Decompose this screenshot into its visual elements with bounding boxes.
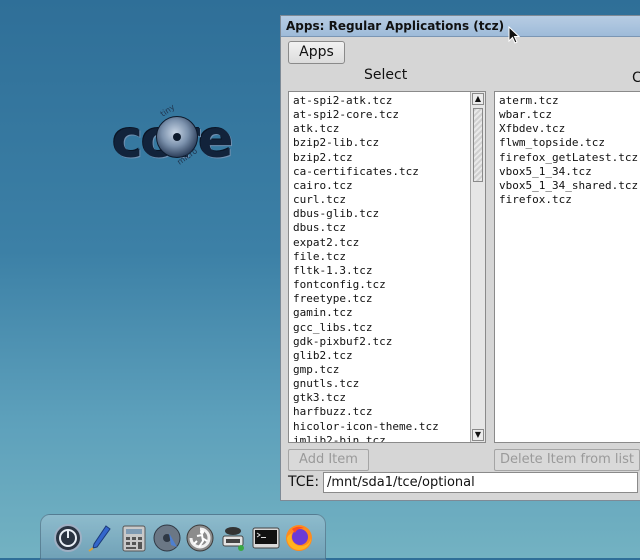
list-item[interactable]: curl.tcz bbox=[293, 193, 467, 207]
mouse-cursor-icon bbox=[508, 26, 520, 44]
list-item[interactable]: fontconfig.tcz bbox=[293, 278, 467, 292]
list-item[interactable]: bzip2-lib.tcz bbox=[293, 136, 467, 150]
add-item-button[interactable]: Add Item bbox=[288, 449, 369, 471]
list-item[interactable]: gcc_libs.tcz bbox=[293, 321, 467, 335]
wbar-dock bbox=[40, 514, 326, 560]
list-item[interactable]: Xfbdev.tcz bbox=[499, 122, 638, 136]
list-item[interactable]: gamin.tcz bbox=[293, 306, 467, 320]
calculator-icon[interactable] bbox=[119, 523, 149, 553]
scroll-down-arrow-icon[interactable]: ▼ bbox=[472, 429, 484, 441]
list-item[interactable]: dbus.tcz bbox=[293, 221, 467, 235]
select-label: Select bbox=[364, 67, 408, 83]
apps-window: Apps: Regular Applications (tcz) Apps Se… bbox=[280, 15, 640, 501]
list-item[interactable]: harfbuzz.tcz bbox=[293, 405, 467, 419]
mount-tool-icon[interactable] bbox=[218, 523, 248, 553]
window-title: Apps: Regular Applications (tcz) bbox=[286, 19, 505, 33]
list-item[interactable]: fltk-1.3.tcz bbox=[293, 264, 467, 278]
list-item[interactable]: dbus-glib.tcz bbox=[293, 207, 467, 221]
control-panel-icon[interactable] bbox=[185, 523, 215, 553]
list-item[interactable]: gnutls.tcz bbox=[293, 377, 467, 391]
list-item[interactable]: expat2.tcz bbox=[293, 236, 467, 250]
power-icon[interactable] bbox=[53, 523, 83, 553]
available-extensions-list[interactable]: at-spi2-atk.tcz at-spi2-core.tcz atk.tcz bz… bbox=[288, 91, 486, 443]
list-item[interactable]: flwm_topside.tcz bbox=[499, 136, 638, 150]
desktop-logo: core tiny micro bbox=[112, 102, 252, 174]
terminal-icon[interactable] bbox=[251, 523, 281, 553]
list-item[interactable]: at-spi2-core.tcz bbox=[293, 108, 467, 122]
delete-item-button[interactable]: Delete Item from list bbox=[494, 449, 640, 471]
firefox-icon[interactable] bbox=[284, 523, 314, 553]
list-item[interactable]: ca-certificates.tcz bbox=[293, 165, 467, 179]
tce-path-field[interactable]: /mnt/sda1/tce/optional bbox=[323, 472, 638, 493]
list-item[interactable]: atk.tcz bbox=[293, 122, 467, 136]
list-item[interactable]: vbox5_1_34.tcz bbox=[499, 165, 638, 179]
list-item[interactable]: freetype.tcz bbox=[293, 292, 467, 306]
list-item[interactable]: firefox.tcz bbox=[499, 193, 638, 207]
list-item[interactable]: aterm.tcz bbox=[499, 94, 638, 108]
list-item[interactable]: vbox5_1_34_shared.tcz bbox=[499, 179, 638, 193]
list-item[interactable]: at-spi2-atk.tcz bbox=[293, 94, 467, 108]
list-item[interactable]: file.tcz bbox=[293, 250, 467, 264]
list-item[interactable]: gmp.tcz bbox=[293, 363, 467, 377]
list-item[interactable]: hicolor-icon-theme.tcz bbox=[293, 420, 467, 434]
list-item[interactable]: firefox_getLatest.tcz bbox=[499, 151, 638, 165]
list-item[interactable]: cairo.tcz bbox=[293, 179, 467, 193]
apps-installer-icon[interactable] bbox=[152, 523, 182, 553]
tce-label: TCE: bbox=[288, 474, 320, 490]
right-column-label: C bbox=[632, 70, 640, 86]
list-item[interactable]: gdk-pixbuf2.tcz bbox=[293, 335, 467, 349]
list-scrollbar[interactable]: ▲ ▼ bbox=[470, 92, 485, 442]
scroll-thumb[interactable] bbox=[473, 108, 483, 182]
list-item[interactable]: glib2.tcz bbox=[293, 349, 467, 363]
text-editor-icon[interactable] bbox=[86, 523, 116, 553]
list-item[interactable]: bzip2.tcz bbox=[293, 151, 467, 165]
list-item[interactable]: imlib2-bin.tcz bbox=[293, 434, 467, 442]
scroll-up-arrow-icon[interactable]: ▲ bbox=[472, 93, 484, 105]
selected-extensions-list[interactable]: aterm.tcz wbar.tcz Xfbdev.tcz flwm_topside.… bbox=[494, 91, 640, 443]
list-item[interactable]: wbar.tcz bbox=[499, 108, 638, 122]
list-item[interactable]: gtk3.tcz bbox=[293, 391, 467, 405]
apps-menu-button[interactable]: Apps bbox=[288, 41, 345, 64]
window-titlebar[interactable]: Apps: Regular Applications (tcz) bbox=[281, 16, 640, 37]
